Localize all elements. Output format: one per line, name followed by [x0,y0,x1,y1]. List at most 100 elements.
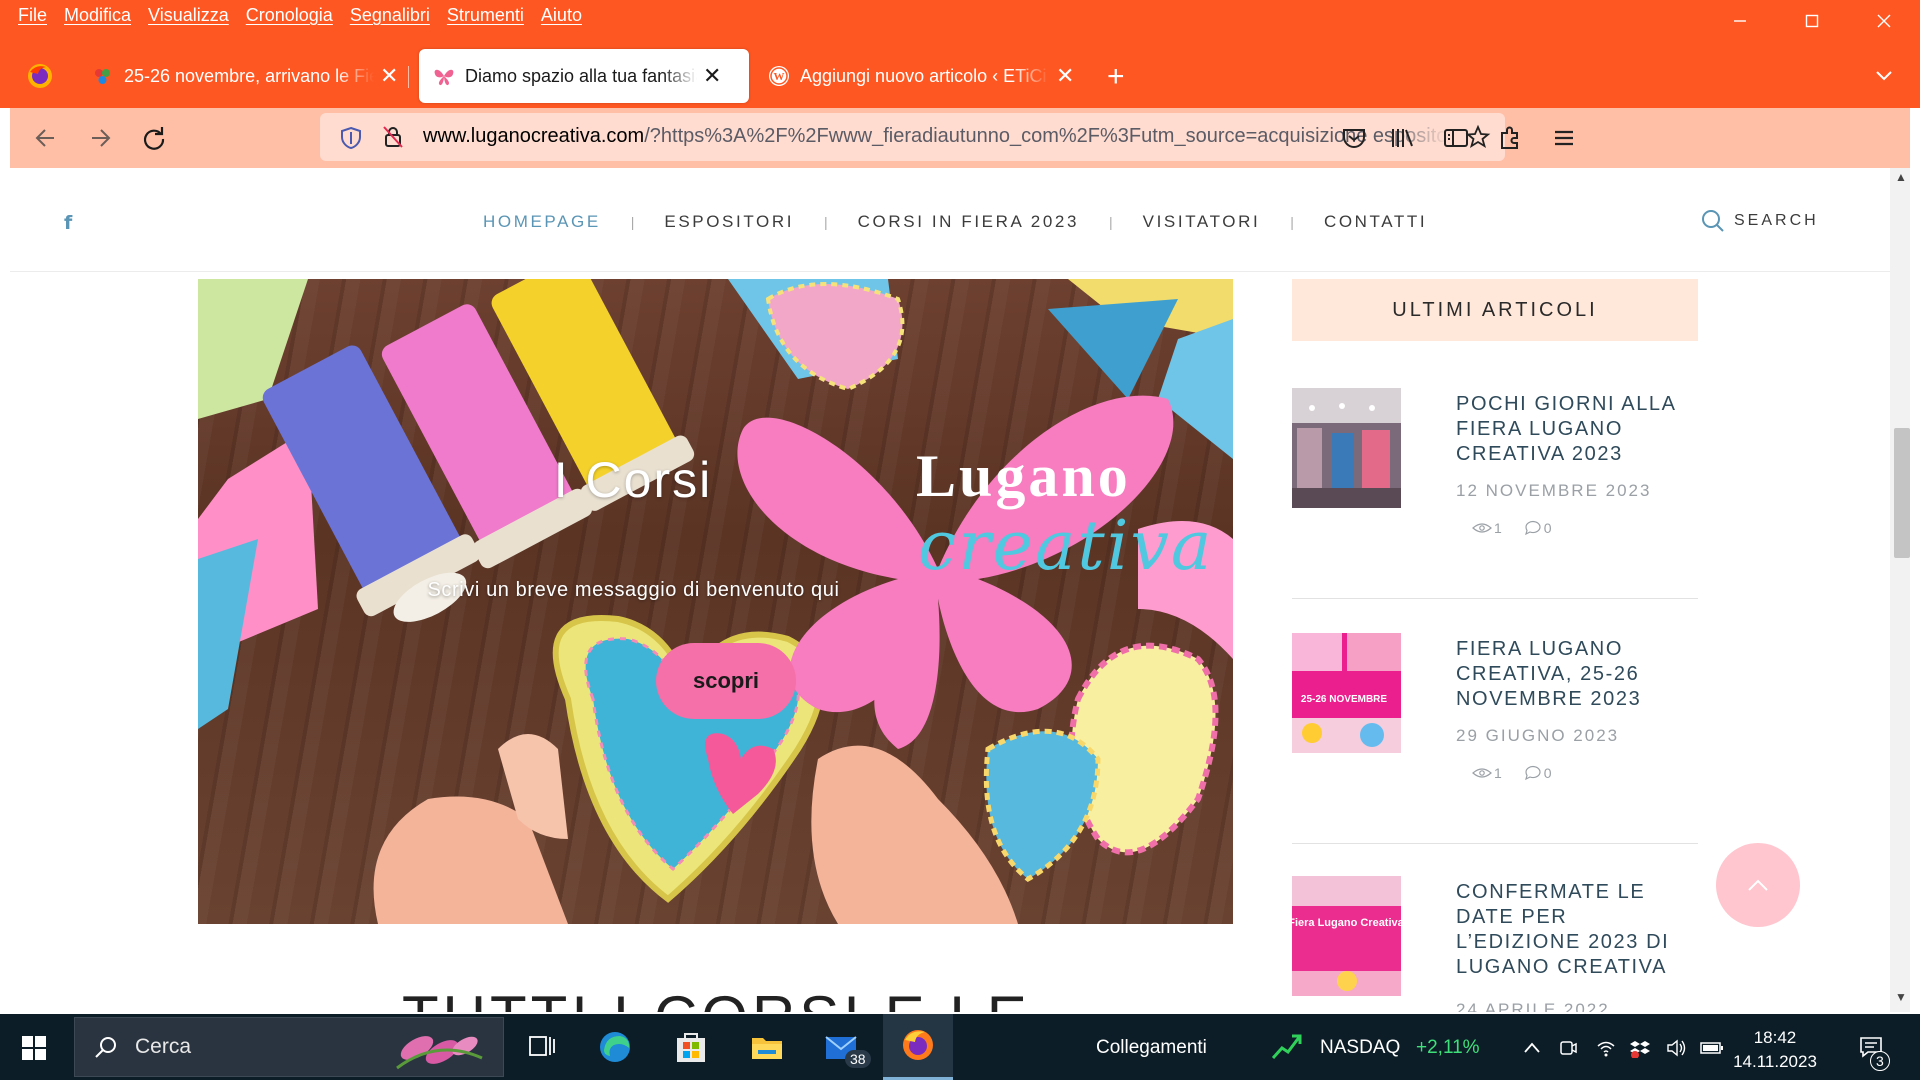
stock-chart-icon[interactable] [1270,1030,1304,1064]
taskbar-firefox-active[interactable] [883,1014,953,1080]
sidebar-icon[interactable] [1442,124,1470,152]
wordpress-icon: W [769,66,789,86]
volume-icon[interactable] [1666,1038,1686,1058]
post-thumbnail[interactable]: 25-26 NOVEMBRE [1292,633,1401,753]
tab-fiera-autunno[interactable]: 25-26 novembre, arrivano le Fie ✕ [78,49,412,103]
reload-icon[interactable] [140,124,168,152]
page-scrollbar[interactable]: ▲ ▼ [1890,168,1910,1012]
edge-browser-icon[interactable] [596,1028,634,1066]
stock-name[interactable]: NASDAQ [1320,1037,1400,1059]
extensions-icon[interactable] [1496,124,1524,152]
url-host: www.luganocreativa.com [423,125,645,147]
tab-favicon-icon [95,69,110,84]
post-title[interactable]: FIERA LUGANO CREATIVA, 25-26 NOVEMBRE 20… [1456,637,1696,712]
scroll-to-top-button[interactable] [1716,843,1800,927]
poster-text: 25-26 NOVEMBRE [1301,694,1387,705]
windows-start-icon[interactable] [22,1036,46,1060]
taskbar-search-placeholder: Cerca [135,1035,192,1058]
menu-file[interactable]: File [18,5,47,26]
tab-lugano-creativa[interactable]: Diamo spazio alla tua fantasia c ✕ [419,49,749,103]
back-icon[interactable] [32,124,60,152]
clock-date: 14.11.2023 [1733,1052,1817,1071]
taskbar-search-box[interactable]: Cerca [74,1017,504,1077]
nav-separator: | [630,214,635,230]
firefox-view-icon[interactable] [26,62,54,90]
scroll-up-arrow-icon[interactable]: ▲ [1894,170,1908,184]
fair-photo-image [1292,388,1401,508]
comment-icon [1524,520,1541,536]
post-date: 29 GIUGNO 2023 [1456,726,1620,745]
file-explorer-icon[interactable] [748,1028,786,1066]
network-wifi-icon[interactable] [1596,1038,1616,1058]
forward-icon[interactable] [86,124,114,152]
maximize-icon [1805,14,1819,28]
post-title[interactable]: POCHI GIORNI ALLA FIERA LUGANO CREATIVA … [1456,392,1696,467]
taskbar-clock[interactable]: 18:42 14.11.2023 [1720,1026,1830,1074]
menu-bar: File Modifica Visualizza Cronologia Segn… [0,0,1920,30]
hamburger-menu-icon[interactable] [1550,124,1578,152]
search-icon [95,1037,116,1058]
hero-banner: Lugano creativa I Corsi Scrivi un breve … [198,279,1233,924]
url-path: /?https%3A%2F%2Fwww_fieradiautunno_com%2… [644,125,1448,147]
list-all-tabs-icon[interactable] [1874,66,1894,86]
menu-modifica[interactable]: Modifica [64,5,131,26]
hero-subtitle-wrap: Scrivi un breve messaggio di benvenuto q… [198,579,1233,602]
post-title[interactable]: CONFERMATE LE DATE PER L’EDIZIONE 2023 D… [1456,880,1696,980]
post-comments[interactable]: 0 [1524,765,1552,781]
menu-visualizza[interactable]: Visualizza [148,5,229,26]
post-divider [1292,598,1698,599]
fair-poster-image: 25-26 NOVEMBRE [1292,633,1401,753]
tab-wordpress[interactable]: W Aggiungi nuovo articolo ‹ ETiCi ✕ [754,49,1088,103]
tab-close-icon[interactable]: ✕ [703,63,721,89]
menu-segnalibri[interactable]: Segnalibri [350,5,430,26]
tab-label: 25-26 novembre, arrivano le Fie [124,65,374,86]
nav-homepage[interactable]: HOMEPAGE [483,212,601,232]
dropbox-icon[interactable] [1630,1038,1650,1058]
url-bar[interactable]: www.luganocreativa.com/?https%3A%2F%2Fww… [320,113,1505,161]
tab-label: Diamo spazio alla tua fantasia c [465,65,697,86]
new-tab-button[interactable]: + [1107,62,1125,92]
tab-close-icon[interactable]: ✕ [380,63,398,89]
main-navigation: HOMEPAGE | ESPOSITORI | CORSI IN FIERA 2… [483,212,1427,232]
show-hidden-icons-chevron-icon[interactable] [1522,1038,1542,1058]
library-icon[interactable] [1388,124,1416,152]
stock-change: +2,11% [1416,1037,1480,1058]
web-page: f HOMEPAGE | ESPOSITORI | CORSI IN FIERA… [10,168,1910,1012]
post-thumbnail[interactable] [1292,388,1401,508]
nav-corsi-in-fiera[interactable]: CORSI IN FIERA 2023 [858,212,1079,232]
insecure-lock-icon[interactable] [382,125,404,149]
links-toolbar-label[interactable]: Collegamenti [1096,1037,1207,1059]
menu-cronologia[interactable]: Cronologia [246,5,333,26]
pocket-icon[interactable] [1340,124,1368,152]
facebook-icon[interactable]: f [64,212,72,234]
scrollbar-thumb[interactable] [1894,428,1910,558]
views-count: 1 [1494,765,1502,781]
search-icon [1702,210,1724,232]
scopri-button[interactable]: scopri [656,643,796,719]
notifications-badge: 3 [1870,1051,1890,1071]
menu-aiuto[interactable]: Aiuto [541,5,582,26]
views-count: 1 [1494,520,1502,536]
comment-icon [1524,765,1541,781]
post-thumbnail[interactable]: Fiera Lugano Creativa [1292,876,1401,996]
nav-visitatori[interactable]: VISITATORI [1143,212,1261,232]
nav-espositori[interactable]: ESPOSITORI [664,212,794,232]
search-highlight-flowers-image [396,1036,483,1070]
post-date: 12 NOVEMBRE 2023 [1456,481,1652,500]
nav-contatti[interactable]: CONTATTI [1324,212,1427,232]
microsoft-store-icon[interactable] [672,1028,710,1066]
comments-count: 0 [1543,520,1552,536]
task-view-icon[interactable] [524,1028,562,1066]
url-text[interactable]: www.luganocreativa.com/?https%3A%2F%2Fww… [423,125,1448,148]
site-search-button[interactable]: SEARCH [1700,208,1819,234]
mail-badge: 38 [845,1050,871,1068]
menu-strumenti[interactable]: Strumenti [447,5,524,26]
tracking-protection-shield-icon[interactable] [340,126,362,150]
meet-now-icon[interactable] [1558,1038,1578,1058]
post-meta: 1 0 [1472,520,1552,536]
close-icon [1877,14,1891,28]
post-comments[interactable]: 0 [1524,520,1552,536]
minimize-icon [1734,20,1746,22]
tab-close-icon[interactable]: ✕ [1056,63,1074,89]
scroll-down-arrow-icon[interactable]: ▼ [1894,990,1908,1004]
